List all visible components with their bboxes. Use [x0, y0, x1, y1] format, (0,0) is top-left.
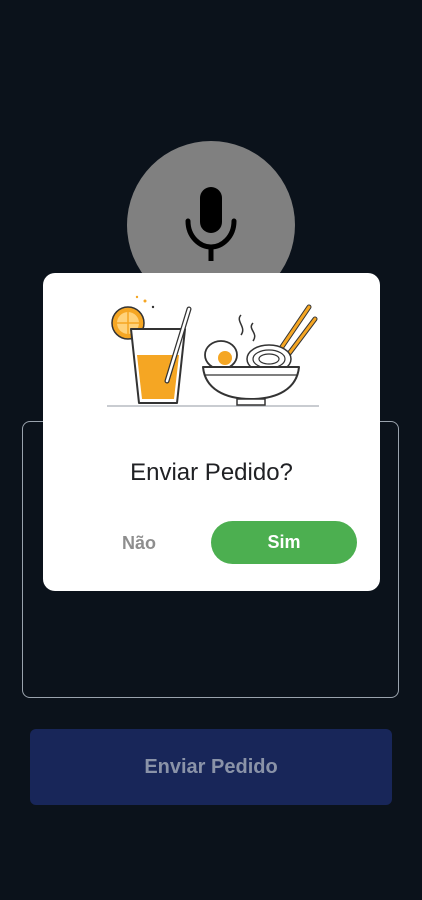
confirm-dialog: Enviar Pedido? Não Sim	[43, 273, 380, 591]
yes-button[interactable]: Sim	[211, 521, 357, 564]
no-button-label: Não	[121, 532, 156, 553]
dialog-title: Enviar Pedido?	[130, 459, 293, 486]
drink-and-ramen-illustration	[101, 293, 321, 418]
no-button[interactable]: Não	[99, 522, 179, 564]
yes-button-label: Sim	[267, 532, 301, 552]
